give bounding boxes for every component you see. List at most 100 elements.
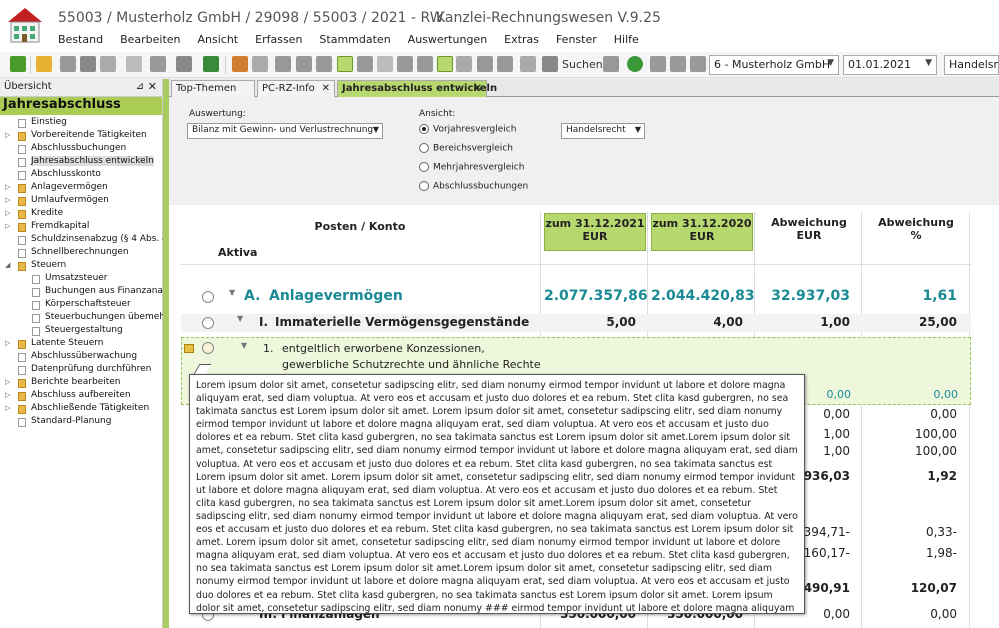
sidebar-item[interactable]: Abschlusskonto [0, 169, 162, 182]
sidebar-item[interactable]: ▷ Vorbereitende Tätigkeiten [0, 130, 162, 143]
sidebar-item[interactable]: Schnellberechnungen [0, 247, 162, 260]
list-icon[interactable] [397, 56, 413, 72]
col-2021-header[interactable]: zum 31.12.2021 EUR [544, 213, 646, 251]
col-abw-pct-header[interactable]: Abweichung% [865, 212, 967, 264]
edit-circle-icon[interactable] [202, 342, 214, 354]
sidebar-item[interactable]: Schuldzinsenabzug (§ 4 Abs. 4... [0, 234, 176, 247]
sidebar-item[interactable]: Jahresabschluss entwickeln [0, 156, 162, 169]
expand-icon[interactable]: ▷ [5, 131, 10, 139]
sidebar-item[interactable]: Standard-Planung [0, 416, 162, 429]
move-icon[interactable] [377, 56, 393, 72]
expand-icon[interactable]: ▷ [5, 339, 10, 347]
document-icon[interactable] [417, 56, 433, 72]
sidebar-item[interactable]: ▷ Anlagevermögen [0, 182, 162, 195]
menu-item-erfassen[interactable]: Erfassen [255, 33, 302, 46]
notes-icon[interactable] [497, 56, 513, 72]
details-icon[interactable] [437, 56, 453, 72]
recht-select[interactable]: Handelsrecht ▼ [561, 123, 645, 139]
expand-icon[interactable]: ◢ [5, 261, 10, 269]
close-icon[interactable]: ✕ [148, 80, 157, 93]
bug-icon[interactable] [10, 56, 26, 72]
expand-icon[interactable]: ▷ [5, 183, 10, 191]
menu-item-fenster[interactable]: Fenster [556, 33, 597, 46]
copy-icon[interactable] [296, 56, 312, 72]
sidebar-item[interactable]: Einstieg [0, 117, 162, 130]
paste-icon[interactable] [316, 56, 332, 72]
expand-icon[interactable]: ▷ [5, 222, 10, 230]
layout-icon[interactable] [150, 56, 166, 72]
menu-item-ansicht[interactable]: Ansicht [198, 33, 239, 46]
table-row-anlagevermoegen[interactable]: ▼ A. Anlagevermögen 2.077.357,86 2.044.4… [181, 286, 971, 310]
sync-icon[interactable] [627, 56, 643, 72]
pin-icon[interactable]: ⊿ [136, 81, 144, 92]
sidebar-item[interactable]: ◢ Steuern [0, 260, 162, 273]
cut-icon[interactable] [275, 56, 291, 72]
open-folder-icon[interactable] [36, 56, 52, 72]
sidebar-item[interactable]: Körperschaftsteuer [0, 299, 162, 312]
radio-vorjahresvergleich[interactable]: Vorjahresvergleich [419, 124, 516, 135]
col-2020-header[interactable]: zum 31.12.2020 EUR [651, 213, 753, 251]
sidebar-item[interactable]: ▷ Berichte bearbeiten [0, 377, 162, 390]
phone-icon[interactable] [203, 56, 219, 72]
circle-icon[interactable] [456, 56, 472, 72]
company-icon[interactable] [690, 56, 706, 72]
sidebar-item[interactable]: ▷ Umlaufvermögen [0, 195, 162, 208]
menu-item-auswertungen[interactable]: Auswertungen [408, 33, 488, 46]
navigate-icon[interactable] [650, 56, 666, 72]
tree-structure-icon[interactable] [337, 56, 353, 72]
calculator-icon[interactable] [477, 56, 493, 72]
radio-mehrjahresvergleich[interactable]: Mehrjahresvergleich [419, 162, 524, 173]
search-label[interactable]: Suchen [562, 58, 603, 71]
note-icon[interactable] [184, 344, 194, 353]
close-tab-icon[interactable]: ✕ [474, 83, 482, 94]
sidebar-item[interactable]: Abschlussüberwachung [0, 351, 162, 364]
tab-pc-rz-info[interactable]: PC-RZ-Info ✕ [257, 80, 335, 97]
forward-icon[interactable] [670, 56, 686, 72]
tools-icon[interactable] [357, 56, 373, 72]
expand-icon[interactable]: ▷ [5, 404, 10, 412]
law-select[interactable]: Handelsrecht [944, 55, 999, 75]
lock-icon[interactable] [520, 56, 536, 72]
collapse-icon[interactable]: ▼ [229, 288, 235, 297]
expand-icon[interactable]: ▷ [5, 391, 10, 399]
radio-bereichsvergleich[interactable]: Bereichsvergleich [419, 143, 513, 154]
collapse-icon[interactable]: ▼ [237, 314, 243, 323]
table-row-immaterielle[interactable]: ▼ I. Immaterielle Vermögensgegenstände 5… [181, 314, 971, 332]
menu-item-extras[interactable]: Extras [504, 33, 539, 46]
info-icon[interactable] [176, 56, 192, 72]
tab-jahresabschluss-entwickeln[interactable]: Jahresabschluss entwickeln ✕ [337, 80, 497, 97]
collapse-icon[interactable]: ▼ [241, 341, 247, 350]
export-icon[interactable] [100, 56, 116, 72]
expand-icon[interactable]: ▷ [5, 196, 10, 204]
expand-icon[interactable]: ▷ [5, 378, 10, 386]
close-tab-icon[interactable]: ✕ [322, 83, 330, 94]
sidebar-item[interactable]: Steuergestaltung [0, 325, 162, 338]
checklist-icon[interactable] [252, 56, 268, 72]
menu-item-bearbeiten[interactable]: Bearbeiten [120, 33, 180, 46]
company-select[interactable]: 6 - Musterholz GmbH ▼ [709, 55, 839, 75]
sidebar-item[interactable]: ▷ Abschluss aufbereiten [0, 390, 162, 403]
date-select[interactable]: 01.01.2021 ▼ [843, 55, 937, 75]
sidebar-item[interactable]: Datenprüfung durchführen [0, 364, 162, 377]
menu-item-hilfe[interactable]: Hilfe [614, 33, 639, 46]
sidebar-item[interactable]: ▷ Kredite [0, 208, 162, 221]
dropdown-arrows-icon[interactable] [126, 56, 142, 72]
search-icon[interactable] [542, 56, 558, 72]
handshake-icon[interactable] [232, 56, 248, 72]
sidebar-item[interactable]: Umsatzsteuer [0, 273, 162, 286]
print-icon[interactable] [80, 56, 96, 72]
col-abw-eur-header[interactable]: Abweichung EUR [758, 212, 860, 264]
print-preview-icon[interactable] [60, 56, 76, 72]
row-select-circle[interactable] [202, 291, 214, 303]
sidebar-item[interactable]: Buchungen aus Finanzanal... [0, 286, 174, 299]
menu-item-bestand[interactable]: Bestand [58, 33, 103, 46]
sidebar-item[interactable]: ▷ Fremdkapital [0, 221, 162, 234]
sidebar-item[interactable]: Abschlussbuchungen [0, 143, 162, 156]
sidebar-item[interactable]: ▷ Latente Steuern [0, 338, 162, 351]
radio-abschlussbuchungen[interactable]: Abschlussbuchungen [419, 181, 528, 192]
row-select-circle[interactable] [202, 317, 214, 329]
expand-icon[interactable]: ▷ [5, 209, 10, 217]
sidebar-item[interactable]: Steuerbuchungen übemeh... [0, 312, 174, 325]
tab-top-themen[interactable]: Top-Themen [171, 80, 255, 97]
auswertung-select[interactable]: Bilanz mit Gewinn- und Verlustrechnung ▼ [187, 123, 383, 139]
